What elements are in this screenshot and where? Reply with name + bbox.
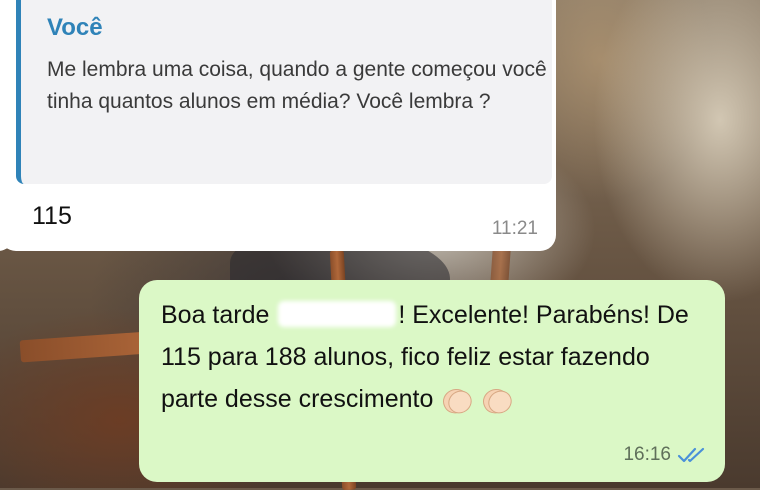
incoming-message-time: 11:21 xyxy=(491,218,538,239)
incoming-message-bubble[interactable]: Você Me lembra uma coisa, quando a gente… xyxy=(0,0,556,251)
quoted-message-author: Você xyxy=(47,14,103,41)
outgoing-message-bubble[interactable]: Boa tarde ! Excelente! Parabéns! De 115 … xyxy=(139,280,725,482)
outgoing-message-text: Boa tarde ! Excelente! Parabéns! De 115 … xyxy=(161,294,711,420)
redacted-name xyxy=(278,301,397,327)
outgoing-message-time: 16:16 xyxy=(623,444,671,465)
clapping-hands-icon: ' ' xyxy=(479,383,517,418)
quoted-message-text: Me lembra uma coisa, quando a gente come… xyxy=(47,58,547,113)
outgoing-text-start: Boa tarde xyxy=(161,301,277,329)
outgoing-message-meta: 16:16 xyxy=(623,444,707,466)
quoted-message[interactable]: Você Me lembra uma coisa, quando a gente… xyxy=(16,0,552,184)
double-check-read-icon xyxy=(677,446,707,464)
clapping-hands-icon: ' ' xyxy=(439,383,477,418)
incoming-message-text: 115 xyxy=(32,202,72,230)
